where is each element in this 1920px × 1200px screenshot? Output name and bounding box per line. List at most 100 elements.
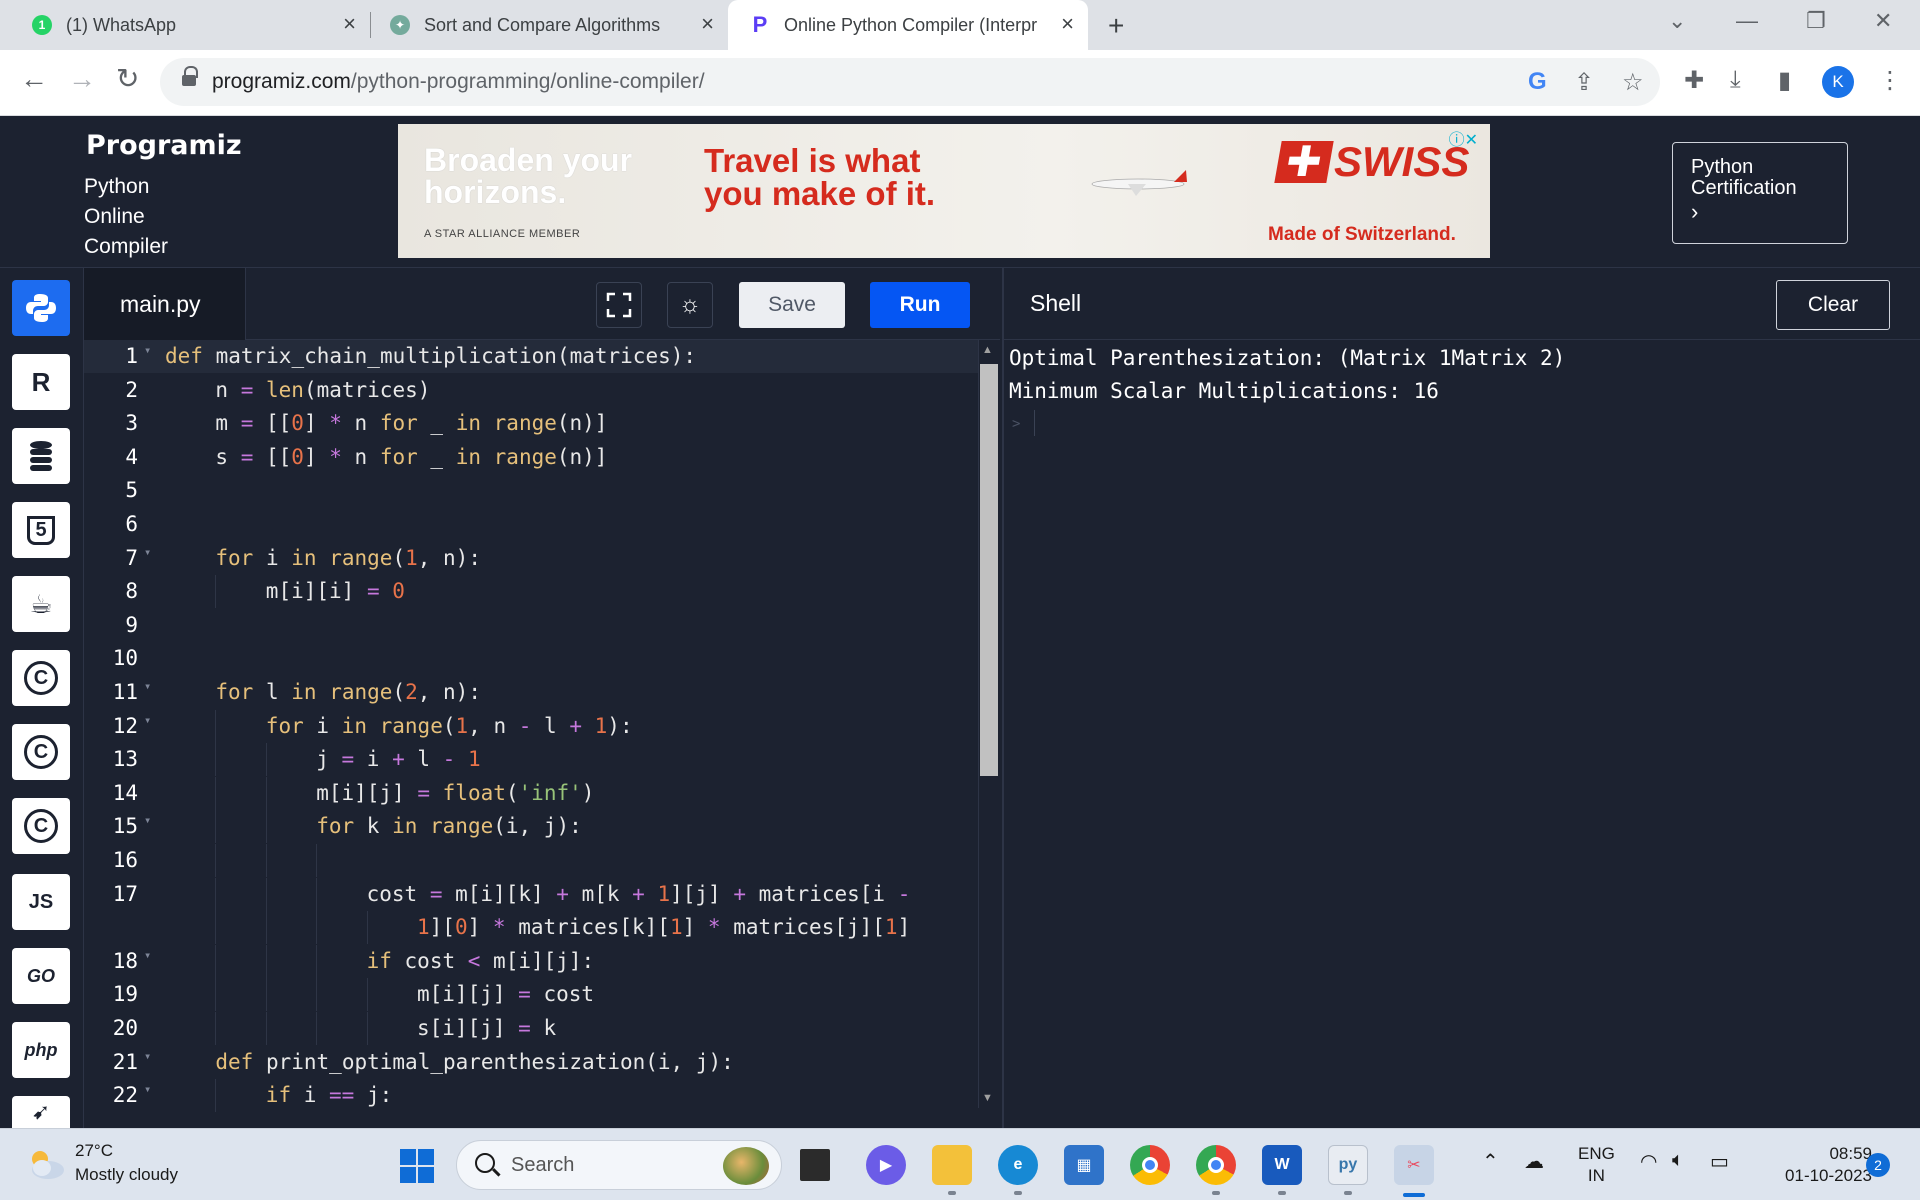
code-line[interactable]: 6	[84, 508, 978, 541]
reload-icon[interactable]: ↻	[116, 64, 139, 94]
theme-toggle-button[interactable]: ☼	[667, 282, 713, 328]
new-tab-icon[interactable]: +	[1108, 10, 1124, 42]
lang-html-button[interactable]: 5	[12, 502, 70, 558]
code-line[interactable]: 8 m[i][i] = 0	[84, 575, 978, 609]
fold-arrow-icon[interactable]: ▾	[144, 813, 151, 827]
show-hidden-icons-chevron-icon[interactable]: ⌃	[1482, 1149, 1499, 1174]
fold-arrow-icon[interactable]: ▾	[144, 679, 151, 693]
code-line[interactable]: 18 ▾ if cost < m[i][j]:	[84, 944, 978, 978]
profile-avatar[interactable]: K	[1822, 66, 1854, 98]
battery-icon[interactable]: ▭	[1710, 1149, 1729, 1174]
code-line[interactable]: 2 n = len(matrices)	[84, 374, 978, 407]
chrome-icon[interactable]	[1130, 1145, 1170, 1185]
task-view-icon[interactable]	[800, 1149, 830, 1181]
word-icon[interactable]: W	[1262, 1145, 1302, 1185]
taskbar-search[interactable]: Search	[456, 1140, 782, 1190]
chrome-profile-icon[interactable]	[1196, 1145, 1236, 1185]
side-panel-icon[interactable]: ▮	[1778, 66, 1791, 95]
python-certification-button[interactable]: Python Certification ›	[1672, 142, 1848, 244]
code-line[interactable]: 12 ▾ for i in range(1, n - l + 1):	[84, 709, 978, 743]
shell-input-cursor[interactable]	[1034, 410, 1035, 436]
system-clock[interactable]: 08:59 01-10-2023	[1760, 1143, 1872, 1187]
lang-cpp-button[interactable]: C	[12, 724, 70, 780]
lang-php-button[interactable]: php	[12, 1022, 70, 1078]
code-line[interactable]: 10	[84, 642, 978, 675]
code-line[interactable]: 3 m = [[0] * n for _ in range(n)]	[84, 407, 978, 440]
close-tab-icon[interactable]: ×	[1061, 13, 1074, 35]
lang-r-button[interactable]: R	[12, 354, 70, 410]
minimize-icon[interactable]: —	[1736, 8, 1758, 34]
more-menu-icon[interactable]: ⋮	[1878, 66, 1902, 95]
volume-icon[interactable]: 🔈︎	[1672, 1149, 1684, 1172]
fold-arrow-icon[interactable]: ▾	[144, 1082, 151, 1096]
lang-javascript-button[interactable]: JS	[12, 874, 70, 930]
close-tab-icon[interactable]: ×	[701, 13, 714, 35]
ad-info-close-icon[interactable]: ⓘ✕	[1449, 126, 1478, 150]
close-window-icon[interactable]: ✕	[1874, 8, 1892, 34]
lang-python-button[interactable]	[12, 280, 70, 336]
file-tab-main-py[interactable]: main.py	[84, 268, 246, 340]
code-line[interactable]: 15 ▾ for k in range(i, j):	[84, 810, 978, 844]
code-line[interactable]: 20 s[i][j] = k	[84, 1012, 978, 1045]
tab-online-python-compiler[interactable]: P Online Python Compiler (Interpr ×	[728, 0, 1088, 50]
bookmark-star-icon[interactable]: ☆	[1622, 68, 1644, 97]
code-line[interactable]: 4 s = [[0] * n for _ in range(n)]	[84, 441, 978, 474]
advertisement-banner[interactable]: Broaden your horizons. A STAR ALLIANCE M…	[398, 124, 1490, 258]
fold-arrow-icon[interactable]: ▾	[144, 1049, 151, 1063]
tab-whatsapp[interactable]: 1 (1) WhatsApp ×	[0, 0, 370, 50]
wifi-icon[interactable]: ◠	[1640, 1149, 1657, 1174]
notification-badge[interactable]: 2	[1866, 1153, 1890, 1177]
forward-arrow-icon[interactable]: →	[68, 64, 96, 94]
extensions-puzzle-icon[interactable]: ✚	[1684, 66, 1704, 95]
code-line[interactable]: 11 ▾ for l in range(2, n):	[84, 676, 978, 709]
code-line[interactable]: 19 m[i][j] = cost	[84, 978, 978, 1012]
close-tab-icon[interactable]: ×	[343, 13, 356, 35]
run-button[interactable]: Run	[870, 282, 970, 328]
restore-icon[interactable]: ❐	[1806, 8, 1826, 34]
code-editor[interactable]: 1 ▾ def matrix_chain_multiplication(matric…	[84, 340, 978, 1128]
lang-swift-button[interactable]: ➹	[12, 1096, 70, 1128]
snipping-tool-icon[interactable]: ✂	[1394, 1145, 1434, 1185]
lang-java-button[interactable]: ☕	[12, 576, 70, 632]
fullscreen-button[interactable]	[596, 282, 642, 328]
lang-sql-button[interactable]	[12, 428, 70, 484]
scroll-down-icon[interactable]: ▼	[982, 1092, 993, 1104]
clear-button[interactable]: Clear	[1776, 280, 1890, 330]
lang-csharp-button[interactable]: C	[12, 798, 70, 854]
onedrive-cloud-icon[interactable]: ☁	[1524, 1149, 1544, 1174]
python-idle-icon[interactable]: py	[1328, 1145, 1368, 1185]
code-line[interactable]: 1 ▾ def matrix_chain_multiplication(matric…	[84, 340, 978, 373]
google-translate-icon[interactable]: G	[1528, 68, 1547, 96]
back-arrow-icon[interactable]: ←	[20, 64, 48, 94]
code-line[interactable]: 1][0] * matrices[k][1] * matrices[j][1]	[84, 911, 978, 945]
fold-arrow-icon[interactable]: ▾	[144, 343, 151, 357]
teams-chat-icon[interactable]: ▶	[866, 1145, 906, 1185]
weather-description[interactable]: Mostly cloudy	[75, 1165, 178, 1185]
tab-sort-and-compare[interactable]: ✦ Sort and Compare Algorithms ×	[358, 0, 728, 50]
programiz-logo[interactable]: Programiz	[86, 130, 242, 161]
tab-search-chevron-icon[interactable]: ⌄	[1668, 8, 1686, 34]
file-explorer-icon[interactable]	[932, 1145, 972, 1185]
language-indicator[interactable]: ENG IN	[1578, 1143, 1615, 1187]
weather-temperature[interactable]: 27°C	[75, 1141, 113, 1161]
code-line[interactable]: 9	[84, 609, 978, 642]
lang-c-button[interactable]: C	[12, 650, 70, 706]
code-line[interactable]: 7 ▾ for i in range(1, n):	[84, 542, 978, 575]
edge-browser-icon[interactable]: e	[998, 1145, 1038, 1185]
code-line[interactable]: 14 m[i][j] = float('inf')	[84, 776, 978, 810]
lock-icon[interactable]	[182, 66, 198, 88]
shell-output[interactable]: Optimal Parenthesization: (Matrix 1Matri…	[1002, 340, 1920, 1128]
download-icon[interactable]: ⤓	[1730, 66, 1741, 94]
windows-start-button[interactable]	[400, 1149, 434, 1183]
microsoft-store-icon[interactable]: ▦	[1064, 1145, 1104, 1185]
address-bar[interactable]: programiz.com/python-programming/online-…	[160, 58, 1660, 106]
code-line[interactable]: 5	[84, 474, 978, 507]
fold-arrow-icon[interactable]: ▾	[144, 948, 151, 962]
save-button[interactable]: Save	[739, 282, 845, 328]
share-icon[interactable]: ⇪	[1574, 68, 1594, 97]
code-line[interactable]: 17 cost = m[i][k] + m[k + 1][j] + matrice…	[84, 877, 978, 911]
editor-scrollbar-thumb[interactable]	[980, 364, 998, 776]
fold-arrow-icon[interactable]: ▾	[144, 545, 151, 559]
code-line[interactable]: 13 j = i + l - 1	[84, 743, 978, 777]
lang-go-button[interactable]: GO	[12, 948, 70, 1004]
